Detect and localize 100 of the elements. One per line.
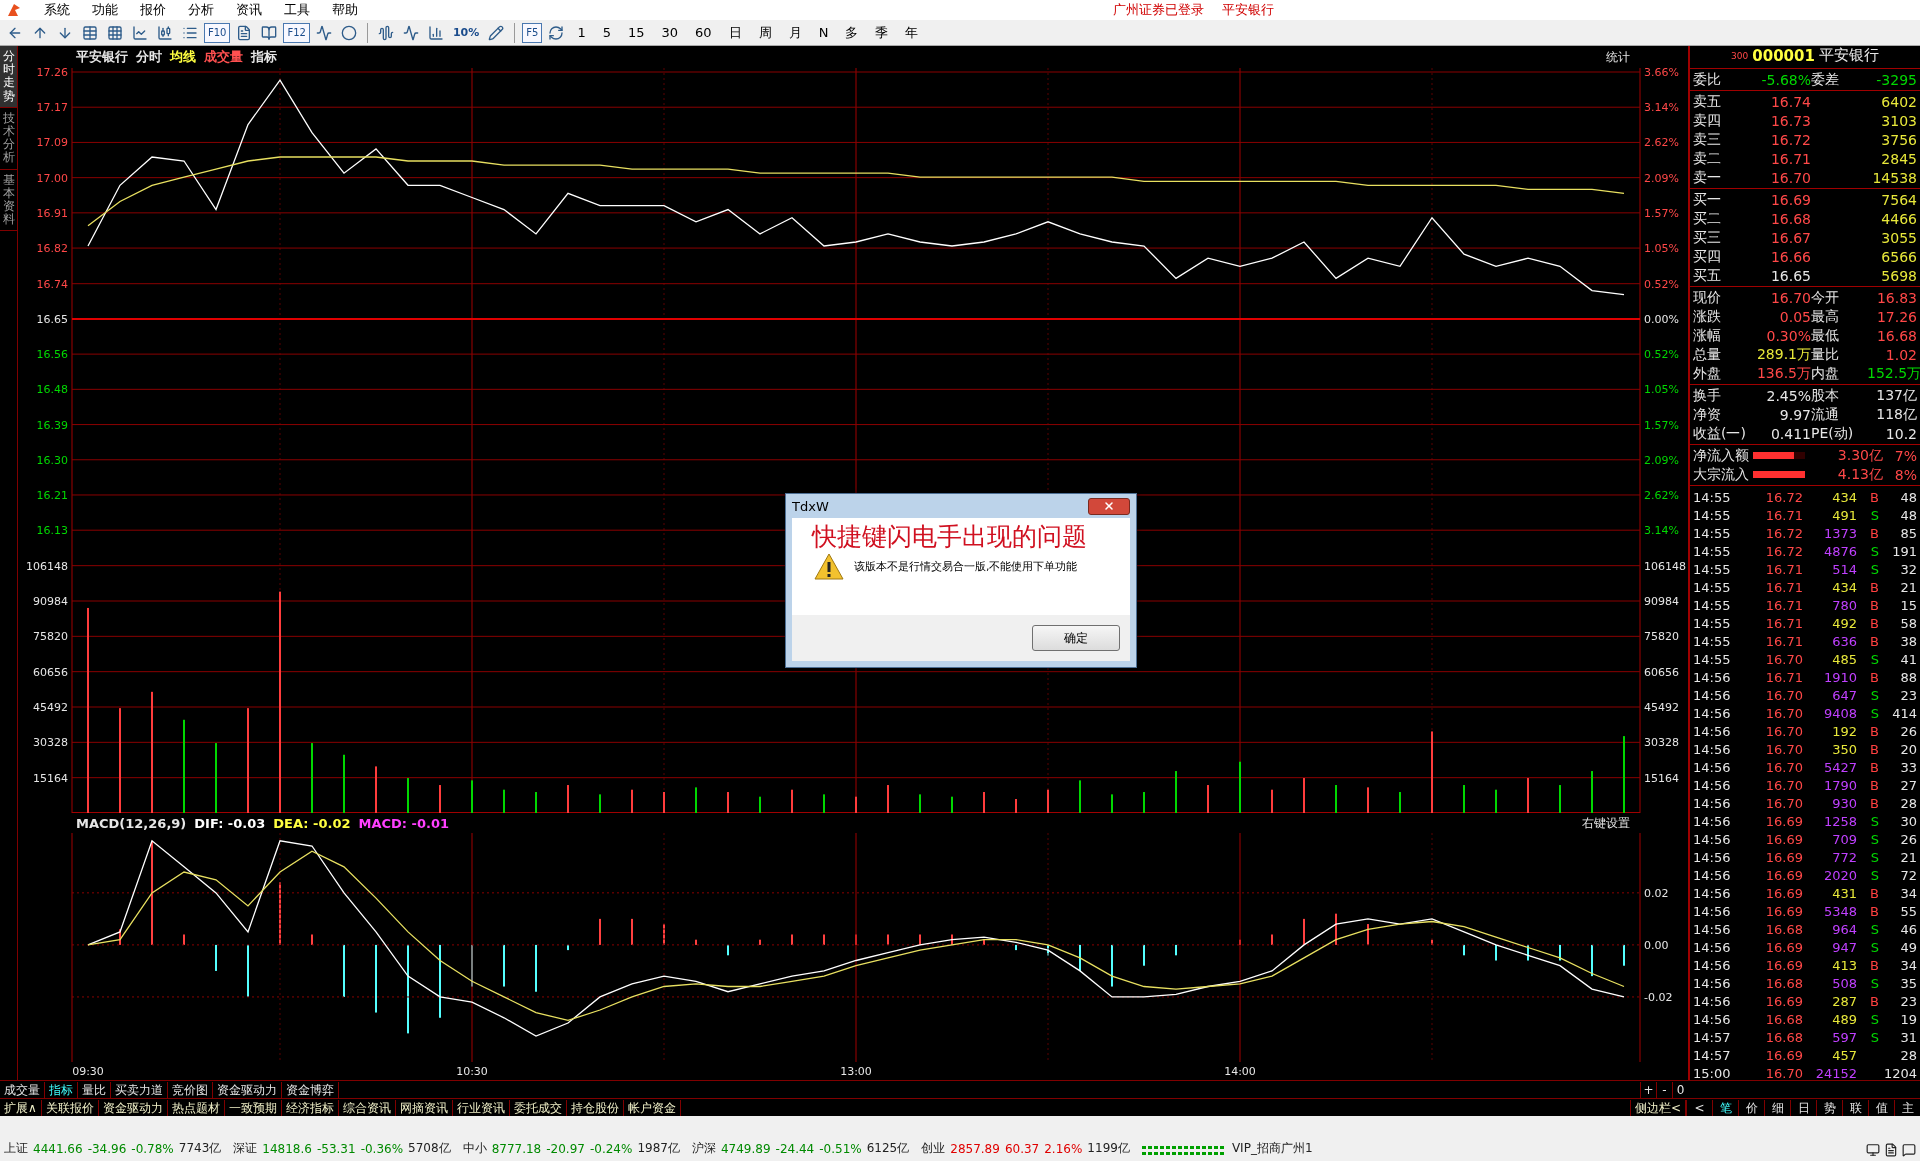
percent-axis-label: 1.57%	[1644, 206, 1679, 220]
price-axis-label: 17.17	[36, 101, 68, 115]
percent-axis-label: 1.57%	[1644, 418, 1679, 432]
index-amount: 5708亿	[408, 1140, 451, 1157]
fundamental-value: 118亿	[1875, 405, 1917, 424]
index-amount: 7743亿	[178, 1140, 222, 1157]
index-label: 300	[1731, 50, 1749, 61]
index-percent: -0.78%	[131, 1141, 174, 1156]
macd-axis-label: -0.02	[1644, 990, 1673, 1004]
trade-volume: 5348	[1822, 903, 1857, 919]
time-label: 14:00	[1224, 1065, 1256, 1078]
order-price: 16.70	[1769, 169, 1811, 186]
price-axis-label: 17.00	[36, 171, 68, 185]
flow-label: 净流入额	[1693, 446, 1749, 465]
order-level-label: 买三	[1693, 228, 1722, 247]
volume-axis-label: 106148	[1644, 559, 1686, 573]
trade-price: 16.71	[1764, 633, 1803, 649]
trade-time: 14:56	[1693, 741, 1732, 757]
trade-side: B	[1869, 903, 1879, 919]
trade-volume: 9408	[1822, 705, 1857, 721]
index-value: 8777.18	[491, 1141, 542, 1156]
trade-count: 27	[1899, 777, 1917, 793]
percent-axis-label: 2.62%	[1644, 136, 1679, 150]
login-status: 广州证券已登录	[1113, 1, 1204, 19]
trade-time: 14:56	[1693, 993, 1732, 1009]
trade-count: 191	[1891, 543, 1917, 559]
volume-axis-label: 30328	[1644, 736, 1679, 750]
volume-axis-label: 75820	[33, 630, 68, 644]
trade-price: 16.69	[1764, 885, 1803, 901]
quote-stat-value: 0.30%	[1765, 327, 1811, 344]
time-label: 13:00	[840, 1065, 872, 1078]
trade-time: 14:56	[1693, 759, 1732, 775]
dialog-message: 该版本不是行情交易合一版,不能使用下单功能	[854, 559, 1078, 574]
quote-stat-value: 1.02	[1884, 346, 1917, 363]
order-ratio-value: -5.68%	[1760, 71, 1811, 88]
trade-count: 1204	[1882, 1065, 1917, 1081]
fundamental-label: 净资	[1693, 405, 1722, 424]
trade-volume: 492	[1831, 615, 1857, 631]
trade-volume: 434	[1831, 579, 1857, 595]
price-axis-label: 16.82	[36, 242, 68, 256]
volume-axis-label: 75820	[1644, 630, 1679, 644]
trade-count: 46	[1899, 921, 1917, 937]
trade-count: 23	[1899, 993, 1917, 1009]
trade-count: 28	[1899, 1047, 1917, 1063]
trade-volume: 485	[1831, 651, 1857, 667]
volume-axis-label: 15164	[33, 771, 68, 785]
chart-header-label: 均线	[170, 48, 196, 66]
index-amount: 1987亿	[637, 1140, 680, 1157]
quote-stat-label: 涨跌	[1693, 307, 1722, 326]
macd-axis-label: 0.00	[1644, 938, 1669, 952]
percent-axis-label: 1.05%	[1644, 383, 1679, 397]
trade-side: B	[1869, 615, 1879, 631]
trade-count: 72	[1899, 867, 1917, 883]
trade-time: 14:56	[1693, 831, 1732, 847]
trade-count: 33	[1899, 759, 1917, 775]
trade-count: 26	[1899, 831, 1917, 847]
order-ratio-label: 委比	[1693, 70, 1722, 89]
index-value: 2857.89	[950, 1141, 1000, 1156]
index-name: 沪深	[691, 1140, 716, 1157]
trade-volume: 192	[1831, 723, 1857, 739]
trade-volume: 964	[1831, 921, 1857, 937]
chart-header-label: 成交量	[204, 48, 243, 66]
index-name: 中小	[462, 1140, 487, 1157]
trade-count: 34	[1899, 885, 1917, 901]
trade-volume: 2020	[1822, 867, 1857, 883]
order-volume: 6566	[1880, 248, 1917, 265]
trade-volume: 491	[1831, 507, 1857, 523]
percent-axis-label: 3.14%	[1644, 524, 1679, 538]
trade-volume: 24152	[1814, 1065, 1857, 1081]
quote-stat-value: 16.70	[1769, 289, 1811, 306]
trade-time: 14:56	[1693, 687, 1732, 703]
price-axis-label: 16.65	[36, 312, 68, 326]
order-level-label: 卖三	[1693, 130, 1722, 149]
trade-volume: 1258	[1822, 813, 1857, 829]
index-percent: -0.24%	[589, 1141, 633, 1156]
trade-side: S	[1869, 1029, 1879, 1045]
volume-axis-label: 15164	[1644, 771, 1679, 785]
account-label: VIP_招商广州1	[1231, 1140, 1313, 1157]
trade-volume: 514	[1831, 561, 1857, 577]
trade-price: 16.72	[1764, 543, 1803, 559]
trade-time: 14:56	[1693, 921, 1732, 937]
quote-stat-label: 最低	[1811, 326, 1840, 345]
index-amount: 6125亿	[866, 1140, 910, 1157]
trade-price: 16.71	[1764, 615, 1803, 631]
chart-header-label: 平安银行	[76, 48, 128, 66]
trade-time: 14:55	[1693, 615, 1732, 631]
trade-time: 14:55	[1693, 543, 1732, 559]
trade-count: 34	[1899, 957, 1917, 973]
trade-count: 20	[1899, 741, 1917, 757]
trade-count: 41	[1899, 651, 1917, 667]
trade-price: 16.69	[1764, 813, 1803, 829]
trade-time: 14:56	[1693, 723, 1732, 739]
price-axis-label: 16.56	[36, 348, 68, 362]
chart-header-label: 分时	[136, 48, 162, 66]
price-axis-label: 16.13	[36, 524, 68, 538]
trade-volume: 772	[1831, 849, 1857, 865]
percent-axis-label: 1.05%	[1644, 242, 1679, 256]
stock-name: 平安银行	[1818, 46, 1879, 65]
time-label: 10:30	[456, 1065, 488, 1078]
trade-price: 16.72	[1764, 489, 1803, 505]
